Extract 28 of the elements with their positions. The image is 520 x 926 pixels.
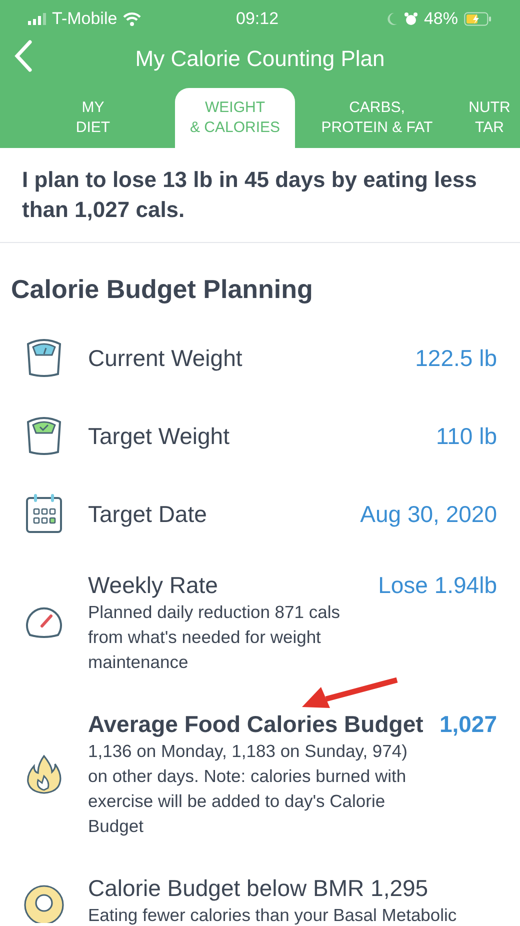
- field-label: Weekly Rate: [88, 571, 218, 600]
- clock-time: 09:12: [236, 8, 279, 30]
- plan-summary: I plan to lose 13 lb in 45 days by eating less than 1,027 cals.: [22, 166, 478, 224]
- carrier-name: T-Mobile: [52, 8, 118, 30]
- field-note: Planned daily reduction 871 cals from what's needed for weight maintenance: [88, 601, 341, 674]
- field-label: Target Weight: [88, 422, 230, 451]
- tab[interactable]: MY DIET: [33, 88, 153, 148]
- field-note: 1,136 on Monday, 1,183 on Sunday, 974) on other days. Note: calories burned with exercise will be added to day's Calorie Budget: [88, 740, 408, 838]
- field-value[interactable]: Lose 1.94lb: [368, 570, 497, 600]
- field-label: Calorie Budget below BMR 1,295: [88, 874, 428, 903]
- section-heading: Calorie Budget Planning: [11, 273, 313, 305]
- tab[interactable]: NUTR TAR: [459, 88, 520, 148]
- field-value[interactable]: Aug 30, 2020: [360, 496, 497, 532]
- battery-percent: 48%: [424, 8, 458, 30]
- field-label: Average Food Calories Budget: [88, 710, 424, 739]
- field-label: Target Date: [88, 500, 207, 529]
- battery-icon: [464, 12, 492, 26]
- field-label: Current Weight: [88, 344, 242, 373]
- tab[interactable]: WEIGHT & CALORIES: [175, 88, 295, 148]
- field-value[interactable]: 110 lb: [436, 418, 497, 454]
- wifi-icon: [123, 12, 142, 26]
- field-note: Eating fewer calories than your Basal Metabolic: [88, 904, 458, 926]
- tab[interactable]: CARBS, PROTEIN & FAT: [317, 88, 437, 148]
- signal-icon: [28, 13, 48, 25]
- moon-icon: [386, 12, 398, 26]
- field-value[interactable]: 1,027: [429, 709, 497, 739]
- field-value[interactable]: 122.5 lb: [415, 340, 497, 376]
- screen-title: My Calorie Counting Plan: [135, 44, 385, 73]
